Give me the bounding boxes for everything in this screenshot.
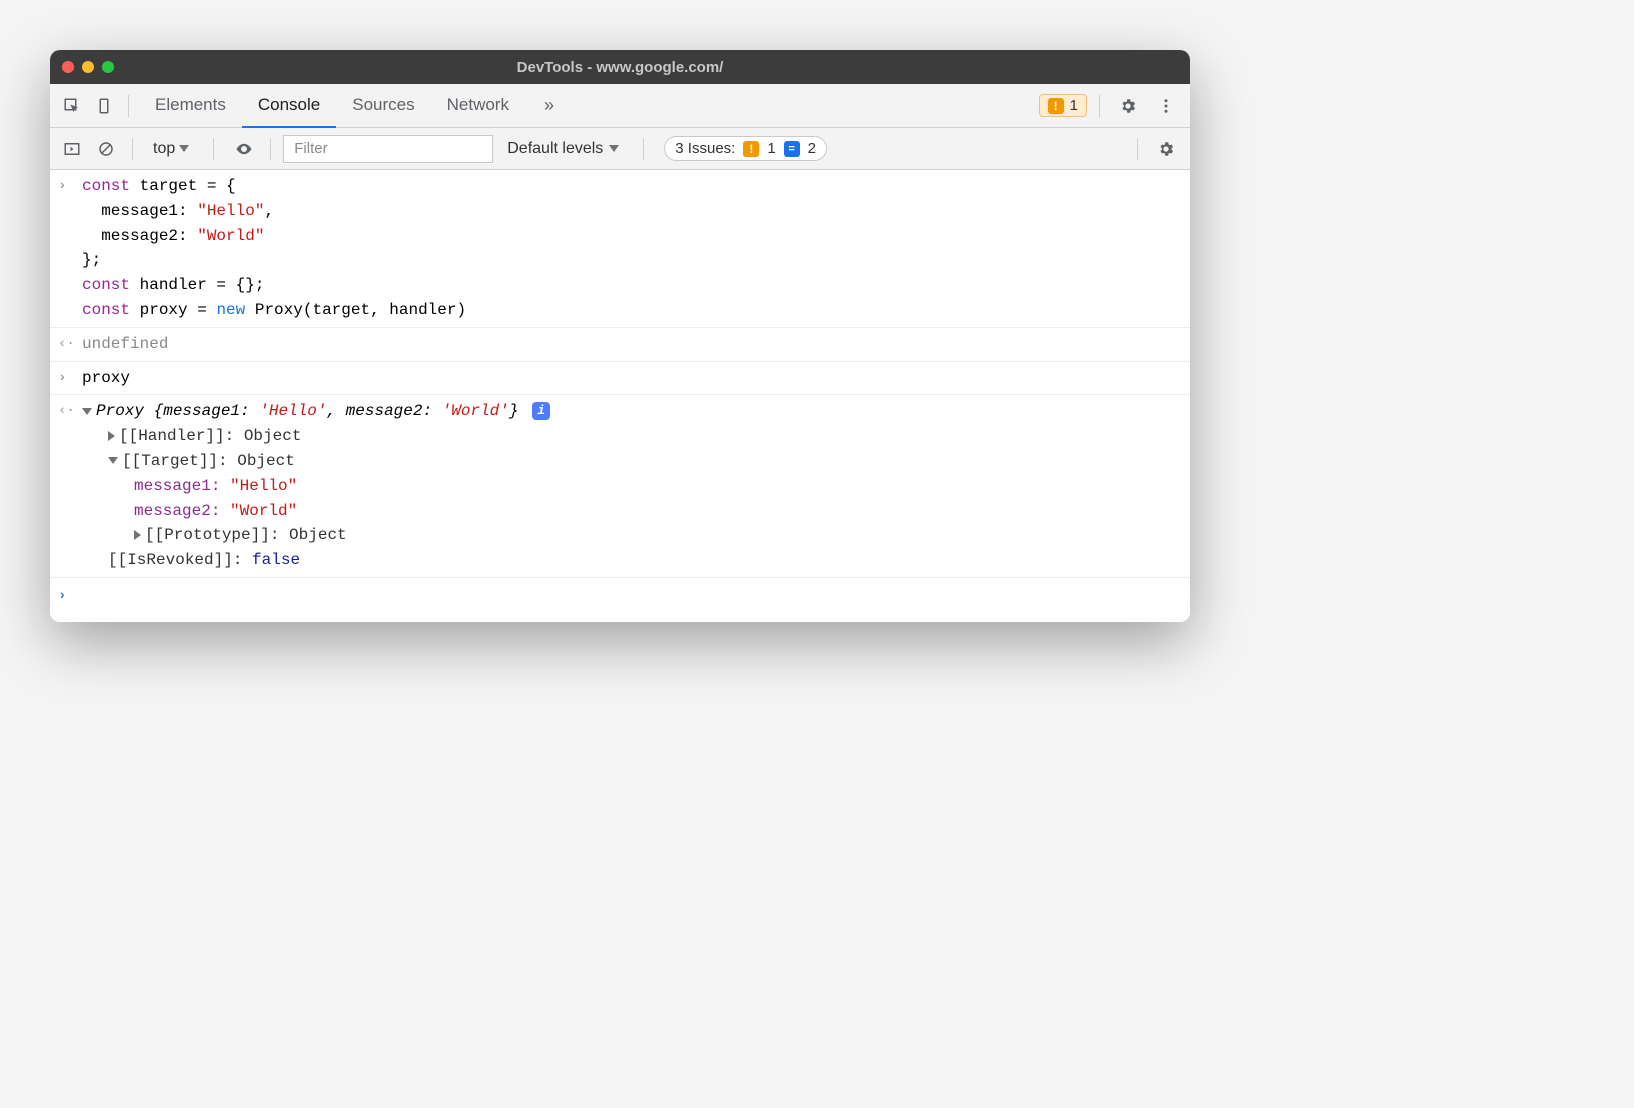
info-icon[interactable]: i	[532, 402, 550, 420]
divider	[1137, 138, 1138, 160]
isrevoked-slot[interactable]: [[IsRevoked]]: false	[82, 548, 1182, 573]
output-indicator-icon: ‹·	[58, 332, 82, 357]
console-input[interactable]	[82, 584, 1182, 608]
close-window-button[interactable]	[62, 61, 74, 73]
traffic-lights	[62, 61, 114, 73]
console-output: › const target = { message1: "Hello", me…	[50, 170, 1190, 622]
tab-elements[interactable]: Elements	[139, 84, 242, 128]
input-prompt-icon: ›	[58, 366, 82, 391]
devtools-window: DevTools - www.google.com/ Elements Cons…	[50, 50, 1190, 622]
chevron-down-icon	[179, 145, 189, 152]
titlebar: DevTools - www.google.com/	[50, 50, 1190, 84]
divider	[1099, 95, 1100, 117]
issues-pill[interactable]: 3 Issues: ! 1 = 2	[664, 136, 827, 161]
warnings-count: 1	[1070, 97, 1078, 114]
triangle-down-icon[interactable]	[82, 408, 92, 415]
info-icon: =	[784, 141, 800, 157]
triangle-down-icon[interactable]	[108, 457, 118, 464]
toggle-sidebar-icon[interactable]	[58, 135, 86, 163]
prototype-slot[interactable]: [[Prototype]]: Object	[82, 523, 1182, 548]
triangle-right-icon[interactable]	[134, 530, 141, 540]
minimize-window-button[interactable]	[82, 61, 94, 73]
warnings-badge[interactable]: ! 1	[1039, 94, 1087, 117]
more-menu-icon[interactable]	[1150, 90, 1182, 122]
tabbar-right: ! 1	[1039, 90, 1182, 122]
divider	[132, 138, 133, 160]
device-toolbar-icon[interactable]	[90, 92, 118, 120]
property-message1[interactable]: message1: "Hello"	[82, 474, 1182, 499]
log-levels-selector[interactable]: Default levels	[499, 140, 631, 158]
context-label: top	[153, 140, 175, 158]
context-selector[interactable]: top	[145, 137, 201, 161]
panel-tabs: Elements Console Sources Network	[139, 84, 525, 128]
code-line[interactable]: proxy	[82, 366, 1182, 391]
output-indicator-icon: ‹·	[58, 399, 82, 573]
filter-input[interactable]	[283, 135, 493, 163]
tab-sources[interactable]: Sources	[336, 84, 430, 128]
target-slot[interactable]: [[Target]]: Object	[82, 449, 1182, 474]
input-prompt-icon: ›	[58, 584, 82, 608]
console-toolbar: top Default levels 3 Issues: ! 1 = 2	[50, 128, 1190, 170]
inspect-element-icon[interactable]	[58, 92, 86, 120]
chevron-down-icon	[609, 145, 619, 152]
warning-icon: !	[1048, 98, 1064, 114]
more-tabs-button[interactable]: »	[535, 92, 563, 120]
console-input-row: › const target = { message1: "Hello", me…	[50, 170, 1190, 328]
issues-info-count: 2	[808, 140, 816, 157]
divider	[643, 138, 644, 160]
console-prompt-row[interactable]: ›	[50, 578, 1190, 622]
undefined-result: undefined	[82, 332, 1182, 357]
clear-console-icon[interactable]	[92, 135, 120, 163]
window-title: DevTools - www.google.com/	[50, 59, 1190, 76]
triangle-right-icon[interactable]	[108, 431, 115, 441]
input-prompt-icon: ›	[58, 174, 82, 323]
divider	[213, 138, 214, 160]
console-output-row: ‹· Proxy {message1: 'Hello', message2: '…	[50, 395, 1190, 578]
settings-icon[interactable]	[1112, 90, 1144, 122]
console-input-row: › proxy	[50, 362, 1190, 396]
issues-label: 3 Issues:	[675, 140, 735, 157]
issues-warn-count: 1	[767, 140, 775, 157]
property-message2[interactable]: message2: "World"	[82, 499, 1182, 524]
divider	[270, 138, 271, 160]
proxy-summary[interactable]: Proxy {message1: 'Hello', message2: 'Wor…	[82, 399, 1182, 424]
console-output-row: ‹· undefined	[50, 328, 1190, 362]
main-tabbar: Elements Console Sources Network » ! 1	[50, 84, 1190, 128]
warning-icon: !	[743, 141, 759, 157]
divider	[128, 95, 129, 117]
handler-slot[interactable]: [[Handler]]: Object	[82, 424, 1182, 449]
zoom-window-button[interactable]	[102, 61, 114, 73]
code-block[interactable]: const target = { message1: "Hello", mess…	[82, 174, 1182, 323]
tab-console[interactable]: Console	[242, 84, 336, 128]
console-settings-icon[interactable]	[1150, 133, 1182, 165]
live-expression-icon[interactable]	[230, 135, 258, 163]
levels-label: Default levels	[507, 140, 603, 158]
tab-network[interactable]: Network	[431, 84, 525, 128]
expanded-object[interactable]: Proxy {message1: 'Hello', message2: 'Wor…	[82, 399, 1182, 573]
